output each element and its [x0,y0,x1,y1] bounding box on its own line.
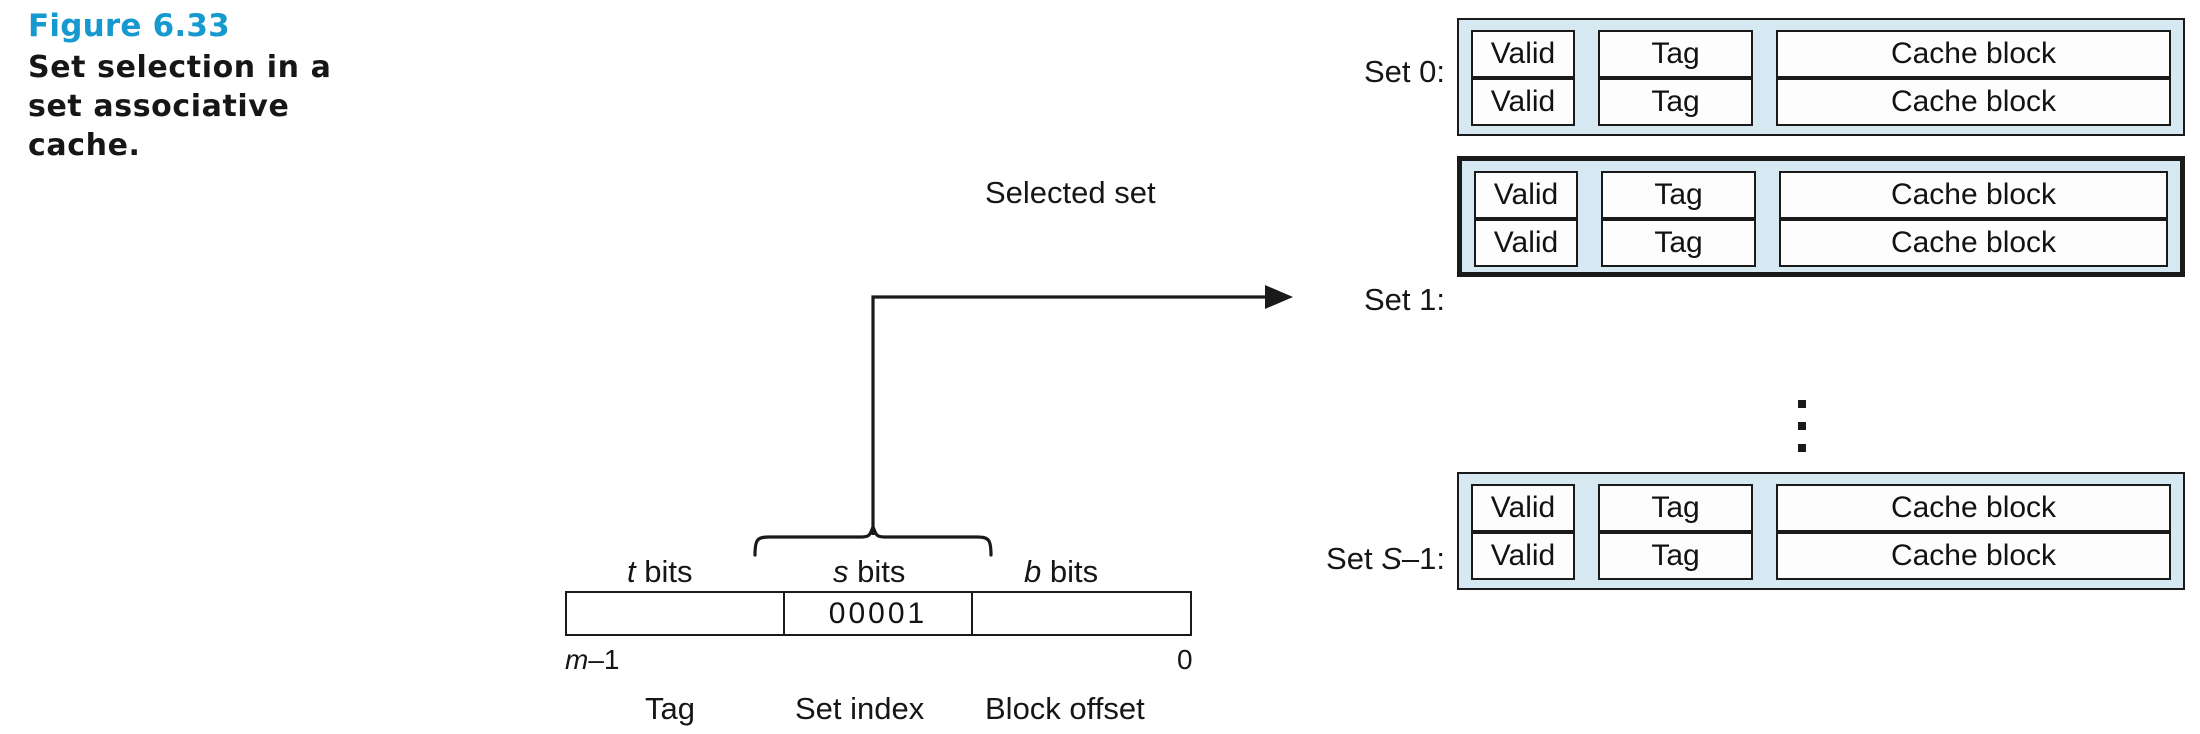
tag-cell[interactable]: Tag [1598,532,1753,580]
cache-line[interactable]: Valid Tag Cache block [1471,30,2171,78]
field-name-set-index: Set index [795,691,925,726]
address-msb-var: m [565,644,589,675]
tag-cell[interactable]: Tag [1598,78,1753,126]
field-name-tag: Tag [645,691,695,726]
ellipsis-dot [1798,400,1806,408]
tag-cell[interactable]: Tag [1601,171,1756,219]
offset-bits-word: bits [1041,554,1099,589]
set-label-1: Set 1: [1305,284,1445,315]
field-name-block-offset: Block offset [985,691,1145,726]
valid-cell[interactable]: Valid [1471,484,1575,532]
ellipsis-dot [1798,444,1806,452]
ellipsis-dot [1798,422,1806,430]
valid-cell[interactable]: Valid [1474,171,1578,219]
index-bits-word: bits [848,554,906,589]
set-label-1-text: Set 1: [1364,282,1445,317]
cache-block-cell[interactable]: Cache block [1776,532,2171,580]
offset-bits-label: b bits [1024,556,1098,587]
tag-cell[interactable]: Tag [1598,30,1753,78]
valid-cell[interactable]: Valid [1474,219,1578,267]
tag-cell[interactable]: Tag [1598,484,1753,532]
cache-set-s-minus-1[interactable]: Valid Tag Cache block Valid Tag Cache bl… [1457,472,2185,590]
set-label-0-text: Set 0: [1364,54,1445,89]
address-msb-rest: –1 [588,644,620,675]
cache-block-cell[interactable]: Cache block [1776,78,2171,126]
figure-title: Set selection in a set associative cache… [28,49,332,163]
tag-bits-var: t [627,554,636,589]
connector-elbow-line [871,295,1265,535]
figure-number: Figure 6.33 [28,8,230,44]
address-tag-segment[interactable] [567,593,783,634]
figure-caption-block: Figure 6.33 Set selection in a set assoc… [28,8,498,165]
address-offset-segment[interactable] [973,593,1190,634]
offset-bits-var: b [1024,554,1042,589]
address-index-segment[interactable]: 00001 [783,593,973,634]
cache-line[interactable]: Valid Tag Cache block [1471,78,2171,126]
cache-line[interactable]: Valid Tag Cache block [1471,532,2171,580]
cache-block-cell[interactable]: Cache block [1776,484,2171,532]
set-label-s-prefix: Set [1326,541,1382,576]
selected-set-label: Selected set [985,175,1156,210]
cache-block-cell[interactable]: Cache block [1776,30,2171,78]
connector-arrowhead [1265,285,1293,309]
tag-bits-word: bits [635,554,693,589]
valid-cell[interactable]: Valid [1471,30,1575,78]
set-index-brace [753,522,993,557]
cache-line[interactable]: Valid Tag Cache block [1474,171,2168,219]
cache-line[interactable]: Valid Tag Cache block [1474,219,2168,267]
figure-canvas: Figure 6.33 Set selection in a set assoc… [0,0,2200,734]
vertical-ellipsis-icon [1798,400,1806,452]
set-label-s-index: S [1381,541,1402,576]
set-label-s-suffix: –1: [1401,541,1445,576]
tag-cell[interactable]: Tag [1601,219,1756,267]
valid-cell[interactable]: Valid [1471,78,1575,126]
address-bit-field-bar[interactable]: 00001 [565,591,1192,636]
address-lsb-label: 0 [1177,644,1193,675]
set-label-0: Set 0: [1305,56,1445,87]
tag-bits-label: t bits [627,556,692,587]
cache-block-cell[interactable]: Cache block [1779,171,2168,219]
index-bits-label: s bits [833,556,905,587]
address-msb-label: m–1 [565,646,619,674]
valid-cell[interactable]: Valid [1471,532,1575,580]
index-bits-var: s [833,554,849,589]
cache-set-0[interactable]: Valid Tag Cache block Valid Tag Cache bl… [1457,18,2185,136]
set-label-s-minus-1: Set S–1: [1265,543,1445,574]
cache-line[interactable]: Valid Tag Cache block [1471,484,2171,532]
cache-block-cell[interactable]: Cache block [1779,219,2168,267]
cache-set-1-selected[interactable]: Valid Tag Cache block Valid Tag Cache bl… [1457,156,2185,277]
